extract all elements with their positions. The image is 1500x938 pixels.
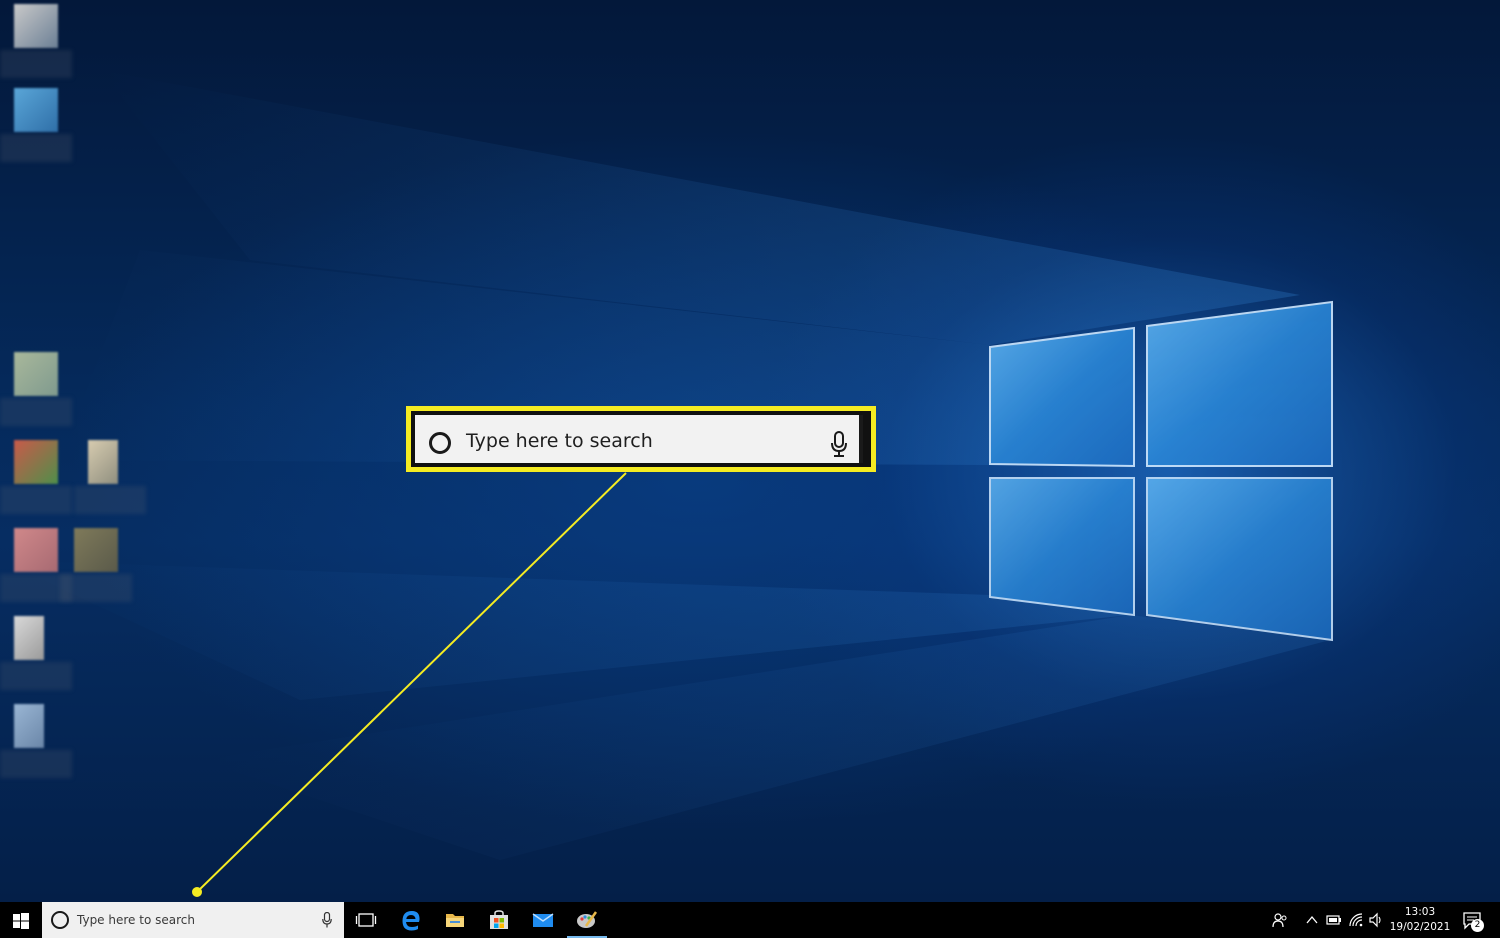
wifi-icon[interactable] <box>1348 912 1364 928</box>
taskbar-store[interactable] <box>477 902 521 938</box>
chevron-up-icon[interactable] <box>1304 912 1320 928</box>
desktop-icon-3[interactable] <box>0 352 72 426</box>
people-icon[interactable] <box>1272 912 1288 928</box>
desktop-icon-9[interactable] <box>0 704 72 778</box>
start-button[interactable] <box>0 902 42 938</box>
task-view-button[interactable] <box>344 902 388 938</box>
taskbar-paint[interactable] <box>565 902 609 938</box>
clock-date: 19/02/2021 <box>1389 921 1451 933</box>
store-icon <box>490 910 508 929</box>
callout-search-placeholder: Type here to search <box>466 430 653 452</box>
volume-icon[interactable] <box>1368 912 1384 928</box>
desktop-icon-8[interactable] <box>0 616 72 690</box>
taskbar-file-explorer[interactable] <box>433 902 477 938</box>
desktop-icon-7[interactable] <box>60 528 132 602</box>
task-view-icon <box>355 913 377 927</box>
desktop-icon-5[interactable] <box>74 440 146 514</box>
taskbar-search-placeholder: Type here to search <box>77 913 195 927</box>
desktop-icon-2[interactable] <box>0 88 72 162</box>
edge-icon <box>402 911 420 931</box>
paint-icon <box>577 911 598 928</box>
desktop-icon-6[interactable] <box>0 528 72 602</box>
clock-time: 13:03 <box>1404 906 1436 918</box>
cortana-circle-icon <box>51 911 69 929</box>
mail-icon <box>532 913 554 927</box>
taskbar-edge[interactable] <box>389 902 433 938</box>
battery-icon[interactable] <box>1326 912 1342 928</box>
desktop-icon-4[interactable] <box>0 440 72 514</box>
callout-search-field[interactable]: Type here to search <box>415 415 863 463</box>
taskbar: Type here to search 13:03 19/02/2021 <box>0 902 1500 938</box>
microphone-icon[interactable] <box>322 912 332 928</box>
taskbar-mail[interactable] <box>521 902 565 938</box>
notification-count-badge: 2 <box>1471 919 1484 932</box>
cortana-circle-icon <box>429 432 451 454</box>
system-clock[interactable]: 13:03 19/02/2021 <box>1386 905 1454 935</box>
search-box-callout: Type here to search <box>406 406 876 472</box>
microphone-icon[interactable] <box>831 431 847 457</box>
desktop-icon-recycle-bin[interactable] <box>0 4 72 78</box>
windows-logo-icon <box>13 913 29 929</box>
taskbar-search-box[interactable]: Type here to search <box>42 902 344 938</box>
file-explorer-icon <box>446 914 464 927</box>
